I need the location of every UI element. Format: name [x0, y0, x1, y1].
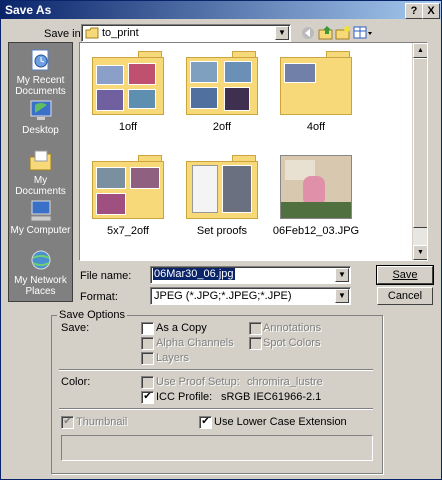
save-button-label: Save — [392, 269, 418, 281]
chevron-down-icon[interactable]: ▼ — [335, 289, 349, 303]
folder-icon — [92, 51, 164, 115]
thumbnail-checkbox[interactable]: ✔ — [61, 416, 74, 429]
image-thumbnail — [280, 155, 352, 219]
cancel-button[interactable]: Cancel — [377, 287, 433, 305]
save-in-combo[interactable]: to_print ▼ — [81, 24, 291, 42]
file-list[interactable]: 1off 2off 4off 5x7_2off Set proofs 06Feb… — [79, 42, 428, 261]
file-name-label: File name: — [80, 270, 132, 282]
divider — [59, 408, 373, 410]
dialog-title: Save As — [5, 3, 52, 17]
format-label: Format: — [80, 291, 118, 303]
use-proof-setup-label: Use Proof Setup: — [156, 376, 240, 388]
place-recent-documents[interactable]: My Recent Documents — [9, 49, 72, 97]
save-as-dialog: Save As ? X Save in: to_print ▼ My Recen… — [0, 0, 442, 480]
file-name-value: 06Mar30_06.jpg — [153, 268, 235, 280]
list-item[interactable]: 5x7_2off — [84, 155, 172, 237]
lower-case-extension-checkbox[interactable]: ✔ — [199, 416, 212, 429]
close-button[interactable]: X — [422, 3, 440, 19]
layers-label: Layers — [156, 352, 190, 364]
alpha-channels-checkbox[interactable] — [141, 337, 154, 350]
list-item[interactable]: 2off — [178, 51, 266, 133]
title-bar[interactable]: Save As ? X — [1, 1, 441, 19]
places-bar: My Recent Documents Desktop My Documents… — [8, 42, 73, 302]
use-proof-setup-checkbox[interactable] — [141, 376, 154, 389]
scroll-down-icon[interactable]: ▼ — [413, 245, 427, 260]
file-name: 4off — [306, 121, 326, 133]
folder-icon — [280, 51, 352, 115]
list-item[interactable]: 4off — [272, 51, 360, 133]
as-a-copy-checkbox[interactable] — [141, 322, 154, 335]
save-label: Save: — [61, 322, 90, 334]
save-in-value: to_print — [102, 27, 139, 39]
file-name: 06Feb12_03.JPG — [272, 225, 360, 237]
place-label: My Network Places — [14, 275, 67, 297]
recent-documents-icon — [31, 49, 48, 71]
place-my-computer[interactable]: My Computer — [9, 199, 72, 236]
back-icon[interactable] — [300, 25, 316, 41]
file-name: Set proofs — [196, 225, 248, 237]
my-documents-icon — [29, 150, 51, 171]
folder-icon — [85, 27, 99, 39]
save-options-title: Save Options — [57, 309, 128, 321]
color-label: Color: — [61, 376, 91, 388]
place-label: My Documents — [15, 175, 66, 197]
chevron-down-icon[interactable]: ▼ — [275, 26, 289, 40]
spot-colors-checkbox[interactable] — [249, 337, 262, 350]
thumbnail-label: Thumbnail — [76, 416, 128, 428]
save-button[interactable]: Save — [376, 265, 434, 285]
place-label: My Computer — [10, 225, 71, 236]
as-a-copy-label: As a Copy — [156, 322, 207, 334]
list-item[interactable]: Set proofs — [178, 155, 266, 237]
desktop-icon — [30, 100, 51, 120]
divider — [59, 369, 373, 371]
my-computer-icon — [30, 200, 51, 222]
help-button[interactable]: ? — [405, 3, 423, 19]
list-item[interactable]: 06Feb12_03.JPG — [272, 155, 360, 237]
file-name: 1off — [118, 121, 138, 133]
up-folder-icon[interactable] — [318, 25, 334, 41]
save-in-label: Save in: — [44, 28, 84, 40]
folder-icon — [92, 155, 164, 219]
lower-case-extension-label: Use Lower Case Extension — [214, 416, 347, 428]
place-network[interactable]: My Network Places — [9, 249, 72, 297]
folder-icon — [186, 155, 258, 219]
network-places-icon — [31, 250, 50, 270]
icc-profile-value: sRGB IEC61966-2.1 — [221, 391, 322, 403]
annotations-label: Annotations — [263, 322, 322, 334]
layers-checkbox[interactable] — [141, 352, 154, 365]
icc-profile-label: ICC Profile: — [156, 391, 213, 403]
place-label: My Recent Documents — [15, 75, 66, 97]
file-name: 5x7_2off — [106, 225, 149, 237]
place-label: Desktop — [22, 125, 59, 136]
icc-profile-checkbox[interactable]: ✔ — [141, 391, 154, 404]
file-name: 2off — [212, 121, 232, 133]
view-menu-icon[interactable] — [353, 25, 373, 41]
alpha-channels-label: Alpha Channels — [156, 337, 234, 349]
new-folder-icon[interactable] — [335, 25, 351, 41]
spot-colors-label: Spot Colors — [263, 337, 321, 349]
warning-area — [61, 435, 373, 461]
scroll-thumb[interactable] — [413, 58, 427, 228]
scroll-up-icon[interactable]: ▲ — [413, 43, 427, 58]
place-my-documents[interactable]: My Documents — [9, 149, 72, 197]
format-value: JPEG (*.JPG;*.JPEG;*.JPE) — [154, 290, 292, 302]
annotations-checkbox[interactable] — [249, 322, 262, 335]
vertical-scrollbar[interactable]: ▲ ▼ — [412, 43, 427, 260]
folder-icon — [186, 51, 258, 115]
proof-setup-value: chromira_lustre — [247, 376, 323, 388]
format-select[interactable]: JPEG (*.JPG;*.JPEG;*.JPE) ▼ — [150, 287, 351, 305]
list-item[interactable]: 1off — [84, 51, 172, 133]
place-desktop[interactable]: Desktop — [9, 99, 72, 136]
chevron-down-icon[interactable]: ▼ — [335, 268, 349, 282]
file-name-field[interactable]: 06Mar30_06.jpg ▼ — [150, 266, 351, 284]
